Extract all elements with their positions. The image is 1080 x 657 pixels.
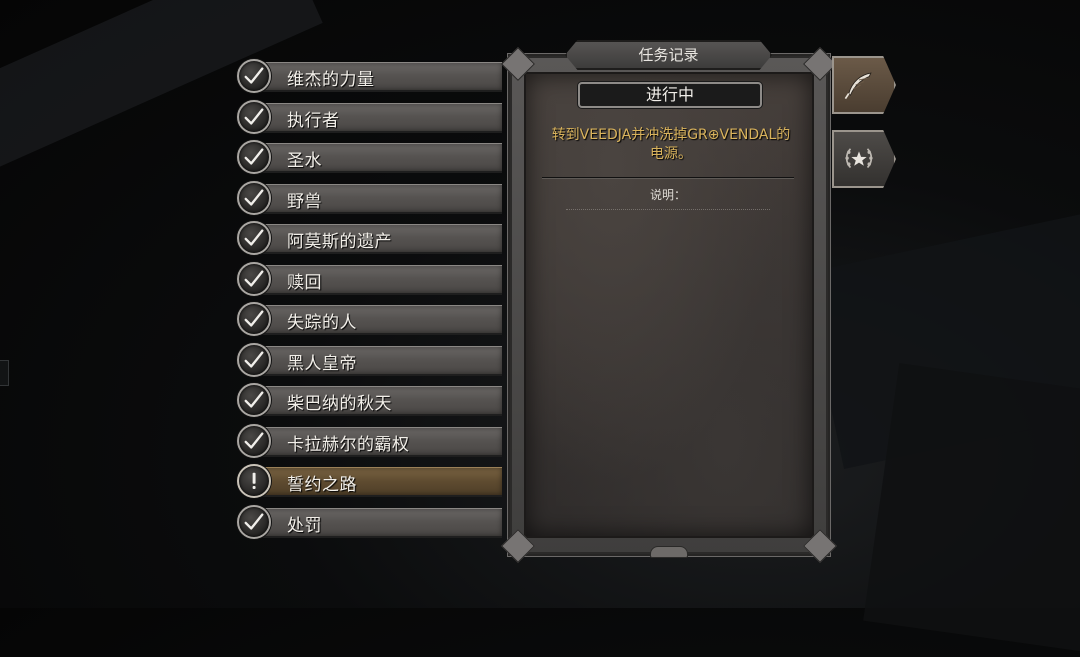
quest-row[interactable]: 黑人皇帝 [237,339,502,379]
quest-row-label: 阿莫斯的遗产 [287,232,392,252]
checkmark-icon [237,504,271,539]
checkmark-icon [237,140,271,174]
panel-title: 任务记录 [565,40,772,70]
quest-row[interactable]: 失踪的人 [237,298,502,338]
checkmark-icon [237,302,271,336]
quest-row-label: 处罚 [287,515,322,536]
laurel-star-icon [845,148,873,169]
checkmark-icon [237,423,271,458]
quest-row[interactable]: 赎回 [237,258,502,298]
quest-row[interactable]: 阿莫斯的遗产 [237,217,502,257]
bottom-clasp [650,546,688,558]
quest-row[interactable]: 柴巴纳的秋天 [237,379,502,419]
quest-row-label: 誓约之路 [287,475,357,495]
quest-row[interactable]: 誓约之路 [237,460,502,500]
quest-row-label: 卡拉赫尔的霸权 [287,434,410,455]
quest-row-label: 执行者 [287,110,340,131]
tab-quest-log[interactable] [832,56,896,114]
quest-row[interactable]: 维杰的力量 [237,55,502,95]
quest-row-label: 柴巴纳的秋天 [287,394,392,414]
description-label: 说明： [649,188,686,202]
quest-row-label: 维杰的力量 [287,70,375,90]
status-header: 进行中 [578,82,762,108]
checkmark-icon [237,342,271,377]
quest-row-label: 黑人皇帝 [287,353,357,374]
checkmark-icon [237,59,271,93]
feather-quill-icon [844,72,872,100]
tab-achievements[interactable] [832,130,896,188]
quest-row[interactable]: 处罚 [237,501,502,541]
quest-row-label: 野兽 [287,191,322,212]
quest-list: 维杰的力量执行者圣水野兽阿莫斯的遗产 赎回失踪的人黑人皇帝柴巴纳的秋天 卡拉赫尔的霸… [237,55,502,541]
exclamation-icon [237,464,271,498]
quest-row[interactable]: 圣水 [237,136,502,176]
quest-objective: 转到VEEDJA并冲洗掉GR⊕VENDAL的电源。 [551,127,791,162]
quest-row-label: 失踪的人 [287,313,357,333]
quest-row[interactable]: 卡拉赫尔的霸权 [237,420,502,460]
quest-row-label: 赎回 [287,272,322,293]
divider [542,177,794,178]
background-tower-base [863,363,1080,657]
checkmark-icon [237,221,271,255]
quest-row[interactable]: 执行者 [237,96,502,136]
quest-row[interactable]: 野兽 [237,177,502,217]
checkmark-icon [237,180,271,215]
quest-row-label: 圣水 [287,151,322,171]
edge-handle[interactable] [0,360,9,386]
description-text [566,209,770,213]
checkmark-icon [237,261,271,296]
checkmark-icon [237,99,271,134]
checkmark-icon [237,383,271,417]
